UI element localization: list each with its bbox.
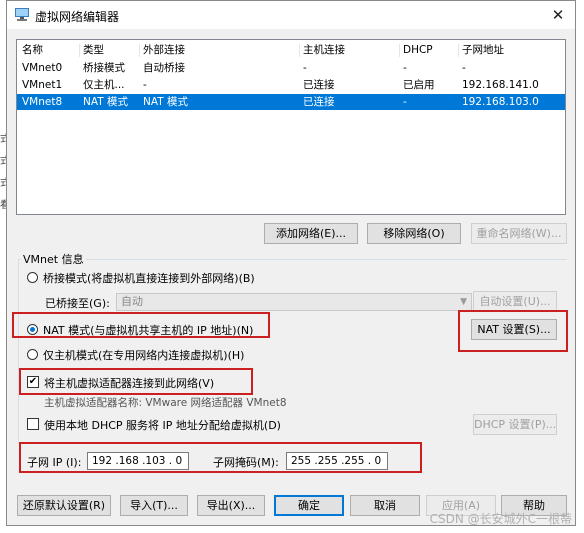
cell-dhcp: - [403,62,407,74]
import-button[interactable]: 导入(T)... [120,495,188,516]
table-row-selected[interactable]: VMnet8 NAT 模式 NAT 模式 已连接 - 192.168.103.0 [17,94,565,110]
cell-host: 已连接 [303,96,335,108]
cell-subnet: - [462,62,466,74]
vmnet-info-label: VMnet 信息 [21,251,86,267]
rename-network-button[interactable]: 重命名网络(W)... [471,223,567,244]
bridged-mode-label[interactable]: 桥接模式(将虚拟机直接连接到外部网络)(B) [43,270,255,286]
cell-name: VMnet8 [22,96,63,108]
cell-subnet: 192.168.103.0 [462,96,539,108]
network-list[interactable]: 名称 类型 外部连接 主机连接 DHCP 子网地址 VMnet0 桥接模式 自动… [16,39,566,215]
cell-type: 桥接模式 [83,62,125,74]
auto-settings-button[interactable]: 自动设置(U)... [473,291,557,312]
cell-external: NAT 模式 [143,96,188,108]
title-bar: 虚拟网络编辑器 ✕ [7,1,575,29]
bridged-mode-radio[interactable] [27,272,38,283]
cell-dhcp: 已启用 [403,79,435,91]
restore-defaults-button[interactable]: 还原默认设置(R) [17,495,111,516]
bridged-to-label: 已桥接至(G): [45,297,110,310]
column-header-external[interactable]: 外部连接 [143,42,298,58]
highlight-nat-settings [458,310,568,352]
cell-name: VMnet1 [22,79,63,91]
network-editor-icon [15,8,29,21]
cell-type: 仅主机... [83,79,125,91]
highlight-subnet [19,442,422,473]
column-header-name[interactable]: 名称 [22,42,80,58]
host-only-radio[interactable] [27,349,38,360]
cell-subnet: 192.168.141.0 [462,79,539,91]
table-row[interactable]: VMnet0 桥接模式 自动桥接 - - - [17,60,565,76]
highlight-nat-mode [12,312,270,338]
add-network-button[interactable]: 添加网络(E)... [264,223,358,244]
column-header-dhcp[interactable]: DHCP [403,42,455,58]
cell-host: - [303,62,307,74]
dhcp-settings-button[interactable]: DHCP 设置(P)... [473,414,557,435]
use-dhcp-checkbox[interactable] [27,418,39,430]
use-dhcp-label[interactable]: 使用本地 DHCP 服务将 IP 地址分配给虚拟机(D) [44,417,281,433]
cancel-button[interactable]: 取消 [350,495,420,516]
window-title: 虚拟网络编辑器 [35,10,120,24]
cell-type: NAT 模式 [83,96,128,108]
remove-network-button[interactable]: 移除网络(O) [367,223,461,244]
bridged-to-select[interactable]: 自动 ▼ [116,293,472,311]
ok-button[interactable]: 确定 [274,495,344,516]
column-header-host[interactable]: 主机连接 [303,42,398,58]
table-header-row: 名称 类型 外部连接 主机连接 DHCP 子网地址 [17,42,565,58]
cell-name: VMnet0 [22,62,63,74]
cell-external: 自动桥接 [143,62,185,74]
adapter-name-text: 主机虚拟适配器名称: VMware 网络适配器 VMnet8 [44,397,287,409]
column-header-type[interactable]: 类型 [83,42,141,58]
highlight-connect-adapter [19,368,253,395]
export-button[interactable]: 导出(X)... [197,495,265,516]
cell-host: 已连接 [303,79,335,91]
watermark: CSDN @长安城外C一根蒂 [429,512,572,526]
cell-dhcp: - [403,96,407,108]
virtual-network-editor-dialog: 虚拟网络编辑器 ✕ 名称 类型 外部连接 主机连接 DHCP 子网地址 VMne… [6,0,576,526]
bridged-to-value: 自动 [121,295,143,308]
chevron-down-icon: ▼ [460,297,467,307]
close-icon[interactable]: ✕ [547,5,569,25]
column-header-subnet[interactable]: 子网地址 [462,42,562,58]
cell-external: - [143,79,147,91]
host-only-label[interactable]: 仅主机模式(在专用网络内连接虚拟机)(H) [43,347,244,363]
table-row[interactable]: VMnet1 仅主机... - 已连接 已启用 192.168.141.0 [17,77,565,93]
